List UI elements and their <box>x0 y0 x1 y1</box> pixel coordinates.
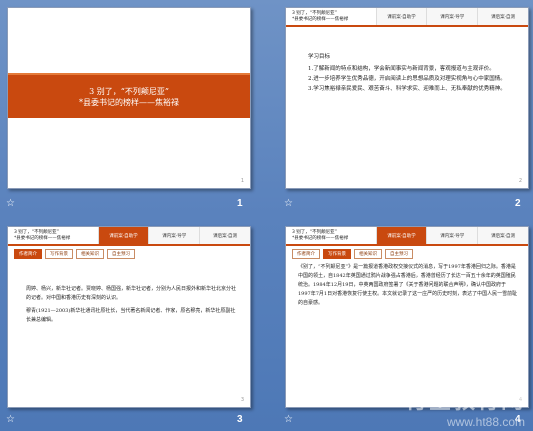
tab-after-class[interactable]: 课后案·自测 <box>477 227 528 244</box>
sub-tabs: 作者简介 写作背景 相关知识 自主预习 <box>292 249 413 259</box>
author-paragraph: 周婷、杨兴，新华社记者。贾晓婷、杨国强，新华社记者，分别为人民日报外和新华社北京… <box>26 286 237 301</box>
goals-heading: 学习目标 <box>308 54 331 60</box>
slide-thumbnail-4[interactable]: 3 别了，“不列颠尼亚” *县委书记的榜样——焦裕禄 课前案·自助学 课内案·导… <box>285 226 529 408</box>
goal-item: 2.进一步培养学生优秀品德，开启阅读上的思想品质及对理实视角与心中家国情。 <box>308 76 506 82</box>
subtab-preview[interactable]: 自主预习 <box>385 249 413 259</box>
slide-header: 3 别了，“不列颠尼亚” *县委书记的榜样——焦裕禄 课前案·自助学 课内案·导… <box>8 227 250 246</box>
tab-pre-class[interactable]: 课前案·自助学 <box>375 8 427 25</box>
header-title: 3 别了，“不列颠尼亚” *县委书记的榜样——焦裕禄 <box>8 227 98 244</box>
tab-after-class[interactable]: 课后案·自测 <box>477 8 528 25</box>
tab-in-class[interactable]: 课内案·导学 <box>426 227 478 244</box>
slide-thumbnail-3[interactable]: 3 别了，“不列颠尼亚” *县委书记的榜样——焦裕禄 课前案·自助学 课内案·导… <box>7 226 251 408</box>
slide-thumbnail-1[interactable]: 3 别了，“不列颠尼亚” *县委书记的榜样——焦裕禄 1 <box>7 7 251 189</box>
sub-tabs: 作者简介 写作背景 相关知识 自主预习 <box>14 249 135 259</box>
header-subtitle-line: *县委书记的榜样——焦裕禄 <box>292 17 349 22</box>
slide-transition-star-icon[interactable]: ☆ <box>284 414 293 425</box>
author-intro: 周婷、杨兴，新华社记者。贾晓婷、杨国强，新华社记者，分别为人民日报外和新华社北京… <box>26 285 236 329</box>
page-number: 3 <box>240 397 244 403</box>
tab-pre-class[interactable]: 课前案·自助学 <box>97 227 149 244</box>
slide-transition-star-icon[interactable]: ☆ <box>6 414 15 425</box>
goal-item: 1.了解新闻的特点和结构，学会新闻事实与新闻背景，客观报道与主观评价。 <box>308 66 495 72</box>
subtab-preview[interactable]: 自主预习 <box>107 249 135 259</box>
slide-transition-star-icon[interactable]: ☆ <box>284 198 293 209</box>
author-paragraph: 穆青(1921—2003)新华社通讯社原社长，当代著名新闻记者、作家，原名穆亮，… <box>26 308 236 323</box>
header-title: 3 别了，“不列颠尼亚” *县委书记的榜样——焦裕禄 <box>286 227 376 244</box>
slide-thumbnail-2[interactable]: 3 别了，“不列颠尼亚” *县委书记的榜样——焦裕禄 课前案·自助学 课内案·导… <box>285 7 529 189</box>
watermark-url: www.ht88.com <box>446 415 525 429</box>
subtab-knowledge[interactable]: 相关知识 <box>354 249 382 259</box>
tab-in-class[interactable]: 课内案·导学 <box>148 227 200 244</box>
learning-goals: 学习目标 1.了解新闻的特点和结构，学会新闻事实与新闻背景，客观报道与主观评价。… <box>308 52 516 94</box>
tab-in-class[interactable]: 课内案·导学 <box>426 8 478 25</box>
slide-number: 1 <box>237 198 243 209</box>
site-watermark: 育星教育网 www.ht88.com <box>405 383 525 429</box>
goal-item: 3.学习焦裕禄亲民爱民、艰苦奋斗、科学求实、迎难而上、无私奉献的优秀精神。 <box>308 86 506 92</box>
page-number: 1 <box>240 178 244 184</box>
watermark-brand: 育星教育网 <box>404 389 525 414</box>
header-subtitle-line: *县委书记的榜样——焦裕禄 <box>292 236 349 241</box>
tab-pre-class[interactable]: 课前案·自助学 <box>375 227 427 244</box>
background-text: 《别了，“不列颠尼亚”》是一篇报道香港政权交接仪式的消息，写于1997年香港回归… <box>298 264 518 306</box>
header-title: 3 别了，“不列颠尼亚” *县委书记的榜样——焦裕禄 <box>286 8 376 25</box>
banner-subtitle: *县委书记的榜样——焦裕禄 <box>79 97 179 107</box>
subtab-author[interactable]: 作者简介 <box>292 249 320 259</box>
slide-header: 3 别了，“不列颠尼亚” *县委书记的榜样——焦裕禄 课前案·自助学 课内案·导… <box>286 8 528 27</box>
page-number: 2 <box>518 178 522 184</box>
header-subtitle-line: *县委书记的榜样——焦裕禄 <box>14 236 71 241</box>
banner-title: 3 别了，“不列颠尼亚” <box>89 86 169 96</box>
subtab-background[interactable]: 写作背景 <box>323 249 351 259</box>
title-banner: 3 别了，“不列颠尼亚” *县委书记的榜样——焦裕禄 <box>8 73 250 118</box>
subtab-author[interactable]: 作者简介 <box>14 249 42 259</box>
slide-transition-star-icon[interactable]: ☆ <box>6 198 15 209</box>
tab-after-class[interactable]: 课后案·自测 <box>199 227 250 244</box>
subtab-background[interactable]: 写作背景 <box>45 249 73 259</box>
slide-number: 2 <box>515 198 521 209</box>
slide-header: 3 别了，“不列颠尼亚” *县委书记的榜样——焦裕禄 课前案·自助学 课内案·导… <box>286 227 528 246</box>
subtab-knowledge[interactable]: 相关知识 <box>76 249 104 259</box>
slide-number: 3 <box>237 414 243 425</box>
